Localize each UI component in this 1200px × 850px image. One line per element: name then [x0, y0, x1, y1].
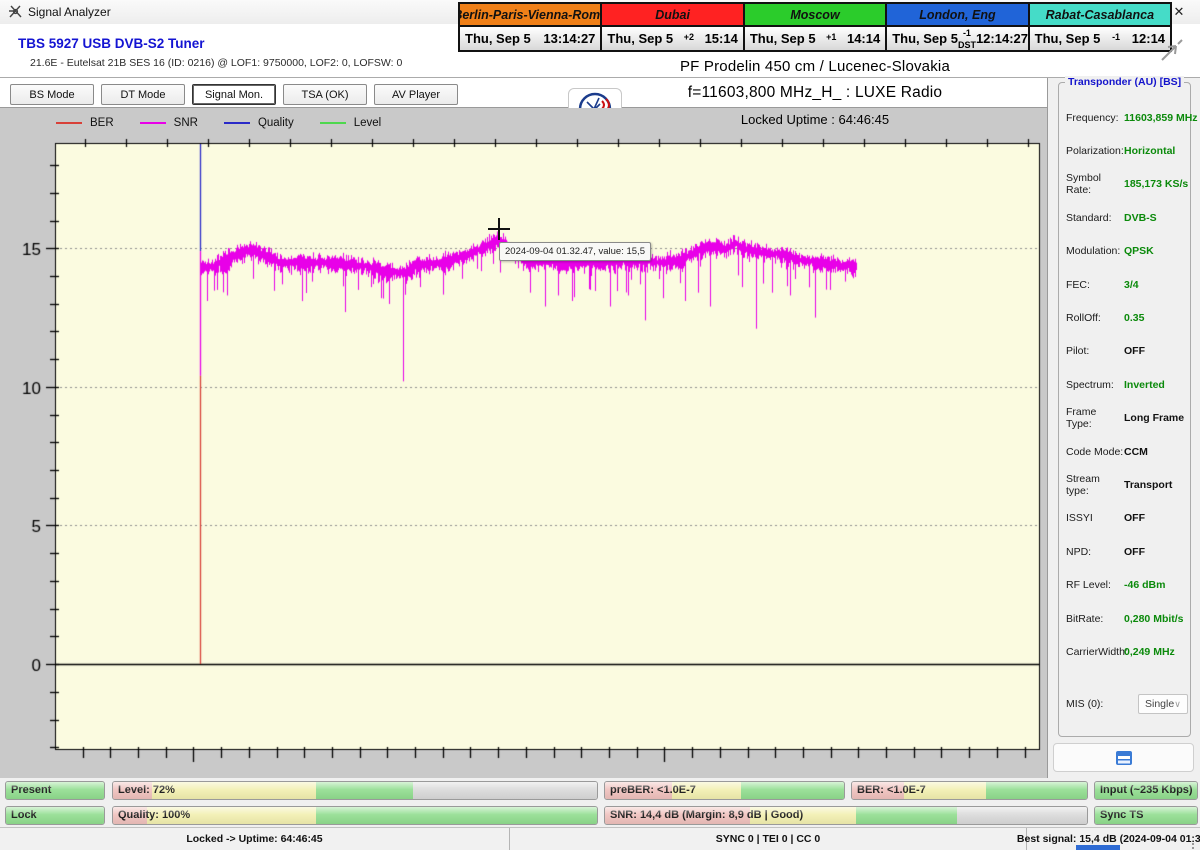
crosshair-cursor — [488, 218, 510, 240]
clock-time-row: Thu, Sep 5 +2 15:14 — [602, 27, 743, 50]
divider — [0, 77, 1200, 78]
tab-dt-mode[interactable]: DT Mode — [101, 84, 185, 105]
transponder-row: Code Mode: CCM — [1066, 445, 1148, 458]
transponder-row: Spectrum: Inverted — [1066, 378, 1165, 391]
transponder-row: BitRate: 0,280 Mbit/s — [1066, 612, 1184, 625]
legend-item-level: Level — [319, 117, 381, 129]
quality-bar: Quality: 100% — [112, 806, 598, 825]
legend-item-ber: BER — [56, 117, 114, 129]
clock-city-label: Dubai — [602, 4, 743, 27]
transponder-row: Symbol Rate: 185,173 KS/s — [1066, 172, 1189, 197]
chart-legend: BER SNR Quality Level — [56, 112, 407, 134]
mis-dropdown[interactable]: Single ∨ — [1138, 694, 1188, 714]
close-button[interactable]: ✕ — [1170, 4, 1188, 22]
transponder-row: Pilot: OFF — [1066, 345, 1145, 358]
site-title: PF Prodelin 450 cm / Lucenec-Slovakia — [679, 58, 951, 75]
clock-city-label: Rabat-Casablanca — [1029, 4, 1171, 27]
clock-rabat-casablanca: Rabat-Casablanca Thu, Sep 5 -1 12:14 — [1029, 4, 1171, 50]
carrier-title: f=11603,800 MHz_H_ : LUXE Radio — [687, 84, 943, 101]
tab-av-player[interactable]: AV Player — [374, 84, 458, 105]
clock-city-label: Moscow — [744, 4, 886, 27]
legend-swatch — [56, 122, 82, 124]
present-bar: Present — [5, 781, 105, 800]
transponder-row: ISSYI OFF — [1066, 512, 1145, 525]
tab-tsa-ok-[interactable]: TSA (OK) — [283, 84, 367, 105]
world-clocks: Berlin-Paris-Vienna-Roma Thu, Sep 5 13:14:… — [458, 2, 1172, 52]
tab-signal-mon-[interactable]: Signal Mon. — [192, 84, 276, 105]
app-icon — [8, 4, 23, 24]
clock-moscow: Moscow Thu, Sep 5 +1 14:14 — [744, 4, 888, 50]
tuner-name: TBS 5927 USB DVB-S2 Tuner — [18, 36, 205, 51]
locked-uptime: Locked Uptime : 64:46:45 — [740, 112, 890, 127]
clock-city-label: London, Eng — [887, 4, 1028, 27]
sync-ts-bar: Sync TS — [1094, 806, 1198, 825]
transponder-row: NPD: OFF — [1066, 545, 1145, 558]
transponder-groupbox: Transponder (AU) [BS] Frequency: 11603,85… — [1058, 76, 1198, 737]
lock-bar: Lock — [5, 806, 105, 825]
input-bar: Input (~235 Kbps) — [1094, 781, 1198, 800]
window-title: Signal Analyzer — [28, 5, 111, 19]
transponder-row: RollOff: 0.35 — [1066, 312, 1145, 325]
level-bar: Level: 72% — [112, 781, 598, 800]
transponder-row: Modulation: QPSK — [1066, 245, 1154, 258]
legend-item-quality: Quality — [223, 117, 294, 129]
clock-time-row: Thu, Sep 5 -1 DST 12:14:27 — [887, 27, 1028, 50]
legend-swatch — [319, 122, 346, 124]
signal-chart[interactable] — [0, 108, 1047, 778]
transponder-row: RF Level: -46 dBm — [1066, 579, 1166, 592]
transponder-row: Frequency: 11603,859 MHz — [1066, 111, 1198, 124]
tab-bs-mode[interactable]: BS Mode — [10, 84, 94, 105]
clock-time-row: Thu, Sep 5 13:14:27 — [460, 27, 601, 50]
taskbar-fragment — [1076, 845, 1120, 850]
status-uptime: Locked -> Uptime: 64:46:45 — [0, 828, 510, 850]
clock-dubai: Dubai Thu, Sep 5 +2 15:14 — [602, 4, 745, 50]
transponder-row: Polarization: Horizontal — [1066, 145, 1176, 158]
export-table-button[interactable] — [1053, 743, 1194, 772]
preber-bar: preBER: <1.0E-7 — [604, 781, 845, 800]
clock-time-row: Thu, Sep 5 -1 12:14 — [1029, 27, 1171, 50]
legend-item-snr: SNR — [139, 117, 198, 129]
value-tooltip: 2024-09-04 01.32.47, value: 15,5 — [499, 242, 651, 261]
clock-london-eng: London, Eng Thu, Sep 5 -1 DST 12:14:27 — [887, 4, 1030, 50]
clock-city-label: Berlin-Paris-Vienna-Roma — [460, 4, 601, 27]
transponder-row: FEC: 3/4 — [1066, 278, 1139, 291]
clock-time-row: Thu, Sep 5 +1 14:14 — [744, 27, 886, 50]
legend-swatch — [139, 122, 166, 124]
table-icon — [1115, 750, 1132, 765]
status-sync-counters: SYNC 0 | TEI 0 | CC 0 — [510, 828, 1027, 850]
mode-tabs: BS Mode DT Mode Signal Mon. TSA (OK) AV Play… — [10, 84, 458, 105]
transponder-row: Frame Type: Long Frame — [1066, 406, 1185, 431]
status-bar: Locked -> Uptime: 64:46:45 SYNC 0 | TEI … — [0, 827, 1200, 850]
transponder-title: Transponder (AU) [BS] — [1065, 76, 1185, 88]
resize-grip[interactable] — [1192, 843, 1194, 845]
legend-swatch — [223, 122, 250, 124]
transponder-panel: Transponder (AU) [BS] Frequency: 11603,85… — [1047, 76, 1200, 778]
mis-value: Single — [1145, 698, 1175, 710]
chevron-down-icon: ∨ — [1174, 698, 1181, 709]
transponder-row: Stream type: Transport — [1066, 472, 1173, 497]
tuner-details: 21.6E - Eutelsat 21B SES 16 (ID: 0216) @… — [30, 57, 403, 69]
mis-label: MIS (0): — [1066, 698, 1104, 710]
chart-panel — [0, 108, 1047, 778]
clock-berlin-paris-vienna-roma: Berlin-Paris-Vienna-Roma Thu, Sep 5 13:14:… — [460, 4, 603, 50]
snr-bar: SNR: 14,4 dB (Margin: 8,9 dB | Good) — [604, 806, 1088, 825]
ber-bar: BER: <1.0E-7 — [851, 781, 1088, 800]
transponder-row: CarrierWidth: 0,249 MHz — [1066, 645, 1175, 658]
transponder-row: Standard: DVB-S — [1066, 211, 1157, 224]
resize-arrow-icon[interactable] — [1158, 38, 1184, 67]
